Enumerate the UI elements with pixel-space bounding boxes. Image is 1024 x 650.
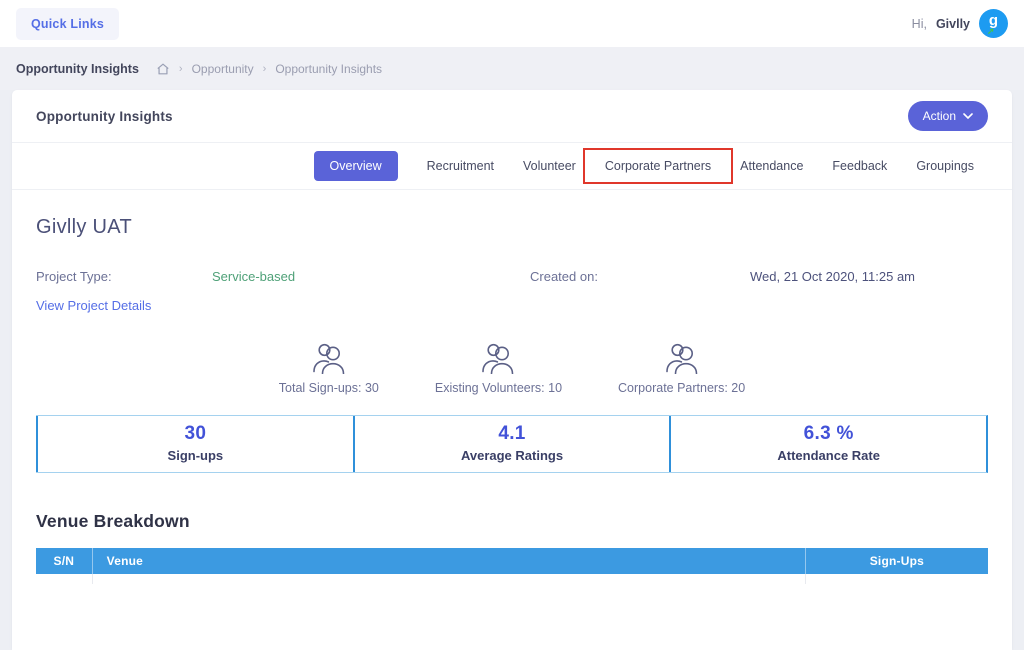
overview-panel: Givlly UAT Project Type: Service-based C…	[12, 216, 1012, 584]
card-header: Opportunity Insights Action	[12, 90, 1012, 142]
icon-stats-row: Total Sign-ups: 30 Existing Volunteers: …	[36, 341, 988, 395]
tab-overview[interactable]: Overview	[313, 151, 398, 181]
tab-volunteer[interactable]: Volunteer	[523, 159, 576, 173]
project-type-label: Project Type:	[36, 269, 112, 284]
project-name: Givlly UAT	[36, 216, 132, 238]
attendance-rate-value: 6.3 %	[803, 423, 854, 444]
total-signups-label: Total Sign-ups: 30	[278, 381, 379, 395]
total-signups-stat: Total Sign-ups: 30	[279, 341, 379, 395]
corporate-partners-stat: Corporate Partners: 20	[618, 341, 745, 395]
column-header-signups: Sign-Ups	[805, 548, 988, 574]
users-icon	[480, 341, 516, 374]
column-header-venue: Venue	[92, 548, 806, 574]
created-on-value: Wed, 21 Oct 2020, 11:25 am	[750, 269, 916, 284]
project-type-value: Service-based	[212, 269, 296, 284]
average-ratings-label: Average Ratings	[460, 448, 564, 463]
view-project-details-link[interactable]: View Project Details	[36, 298, 151, 313]
action-button-label: Action	[922, 109, 956, 123]
home-icon[interactable]	[156, 62, 170, 76]
venue-breakdown-title: Venue Breakdown	[36, 511, 190, 531]
breadcrumb: Opportunity Insights › Opportunity › Opp…	[0, 47, 1024, 90]
created-on-label: Created on:	[530, 269, 598, 284]
tab-groupings[interactable]: Groupings	[916, 159, 974, 173]
existing-volunteers-stat: Existing Volunteers: 10	[435, 341, 562, 395]
breadcrumb-separator: ›	[178, 62, 183, 75]
greeting-text: Hi,	[911, 16, 927, 31]
card-title: Opportunity Insights	[36, 108, 173, 124]
signups-label: Sign-ups	[167, 448, 224, 463]
users-icon	[311, 341, 347, 374]
user-area: Hi, Givlly g ➚	[912, 9, 1008, 38]
page-title: Opportunity Insights	[16, 61, 139, 76]
users-icon	[664, 341, 700, 374]
table-header-row: S/N Venue Sign-Ups	[36, 548, 988, 574]
tab-bar: Overview Recruitment Volunteer Corporate…	[12, 142, 1012, 190]
topbar: Quick Links Hi, Givlly g ➚	[0, 0, 1024, 47]
signups-box: 30 Sign-ups	[36, 416, 353, 472]
quick-links-button[interactable]: Quick Links	[16, 7, 120, 40]
avatar[interactable]: g ➚	[979, 9, 1008, 38]
attendance-rate-label: Attendance Rate	[777, 448, 880, 463]
main-card: Opportunity Insights Action Overview Rec…	[12, 90, 1012, 650]
signups-value: 30	[184, 423, 207, 444]
action-button[interactable]: Action	[907, 101, 988, 131]
breadcrumb-item-opportunity-insights: Opportunity Insights	[275, 61, 383, 76]
project-meta: Project Type: Service-based Created on: …	[36, 269, 988, 284]
logo-arrow-icon: ➚	[987, 26, 995, 36]
tab-recruitment[interactable]: Recruitment	[427, 159, 494, 173]
tab-feedback[interactable]: Feedback	[832, 159, 887, 173]
corporate-partners-label: Corporate Partners: 20	[618, 381, 746, 395]
venue-breakdown-table: S/N Venue Sign-Ups	[36, 548, 988, 584]
attendance-rate-box: 6.3 % Attendance Rate	[669, 416, 986, 472]
chevron-down-icon	[963, 113, 973, 119]
summary-stat-boxes: 30 Sign-ups 4.1 Average Ratings 6.3 % At…	[36, 415, 988, 473]
tab-corporate-partners-label: Corporate Partners	[604, 159, 712, 173]
average-ratings-box: 4.1 Average Ratings	[352, 416, 670, 472]
column-header-sn: S/N	[36, 548, 93, 574]
breadcrumb-separator: ›	[262, 62, 267, 75]
existing-volunteers-label: Existing Volunteers: 10	[434, 381, 563, 395]
tab-corporate-partners[interactable]: Corporate Partners	[582, 148, 734, 184]
average-ratings-value: 4.1	[498, 423, 526, 444]
username-text: Givlly	[935, 16, 970, 31]
tab-attendance[interactable]: Attendance	[740, 159, 803, 173]
breadcrumb-item-opportunity[interactable]: Opportunity	[192, 62, 254, 76]
